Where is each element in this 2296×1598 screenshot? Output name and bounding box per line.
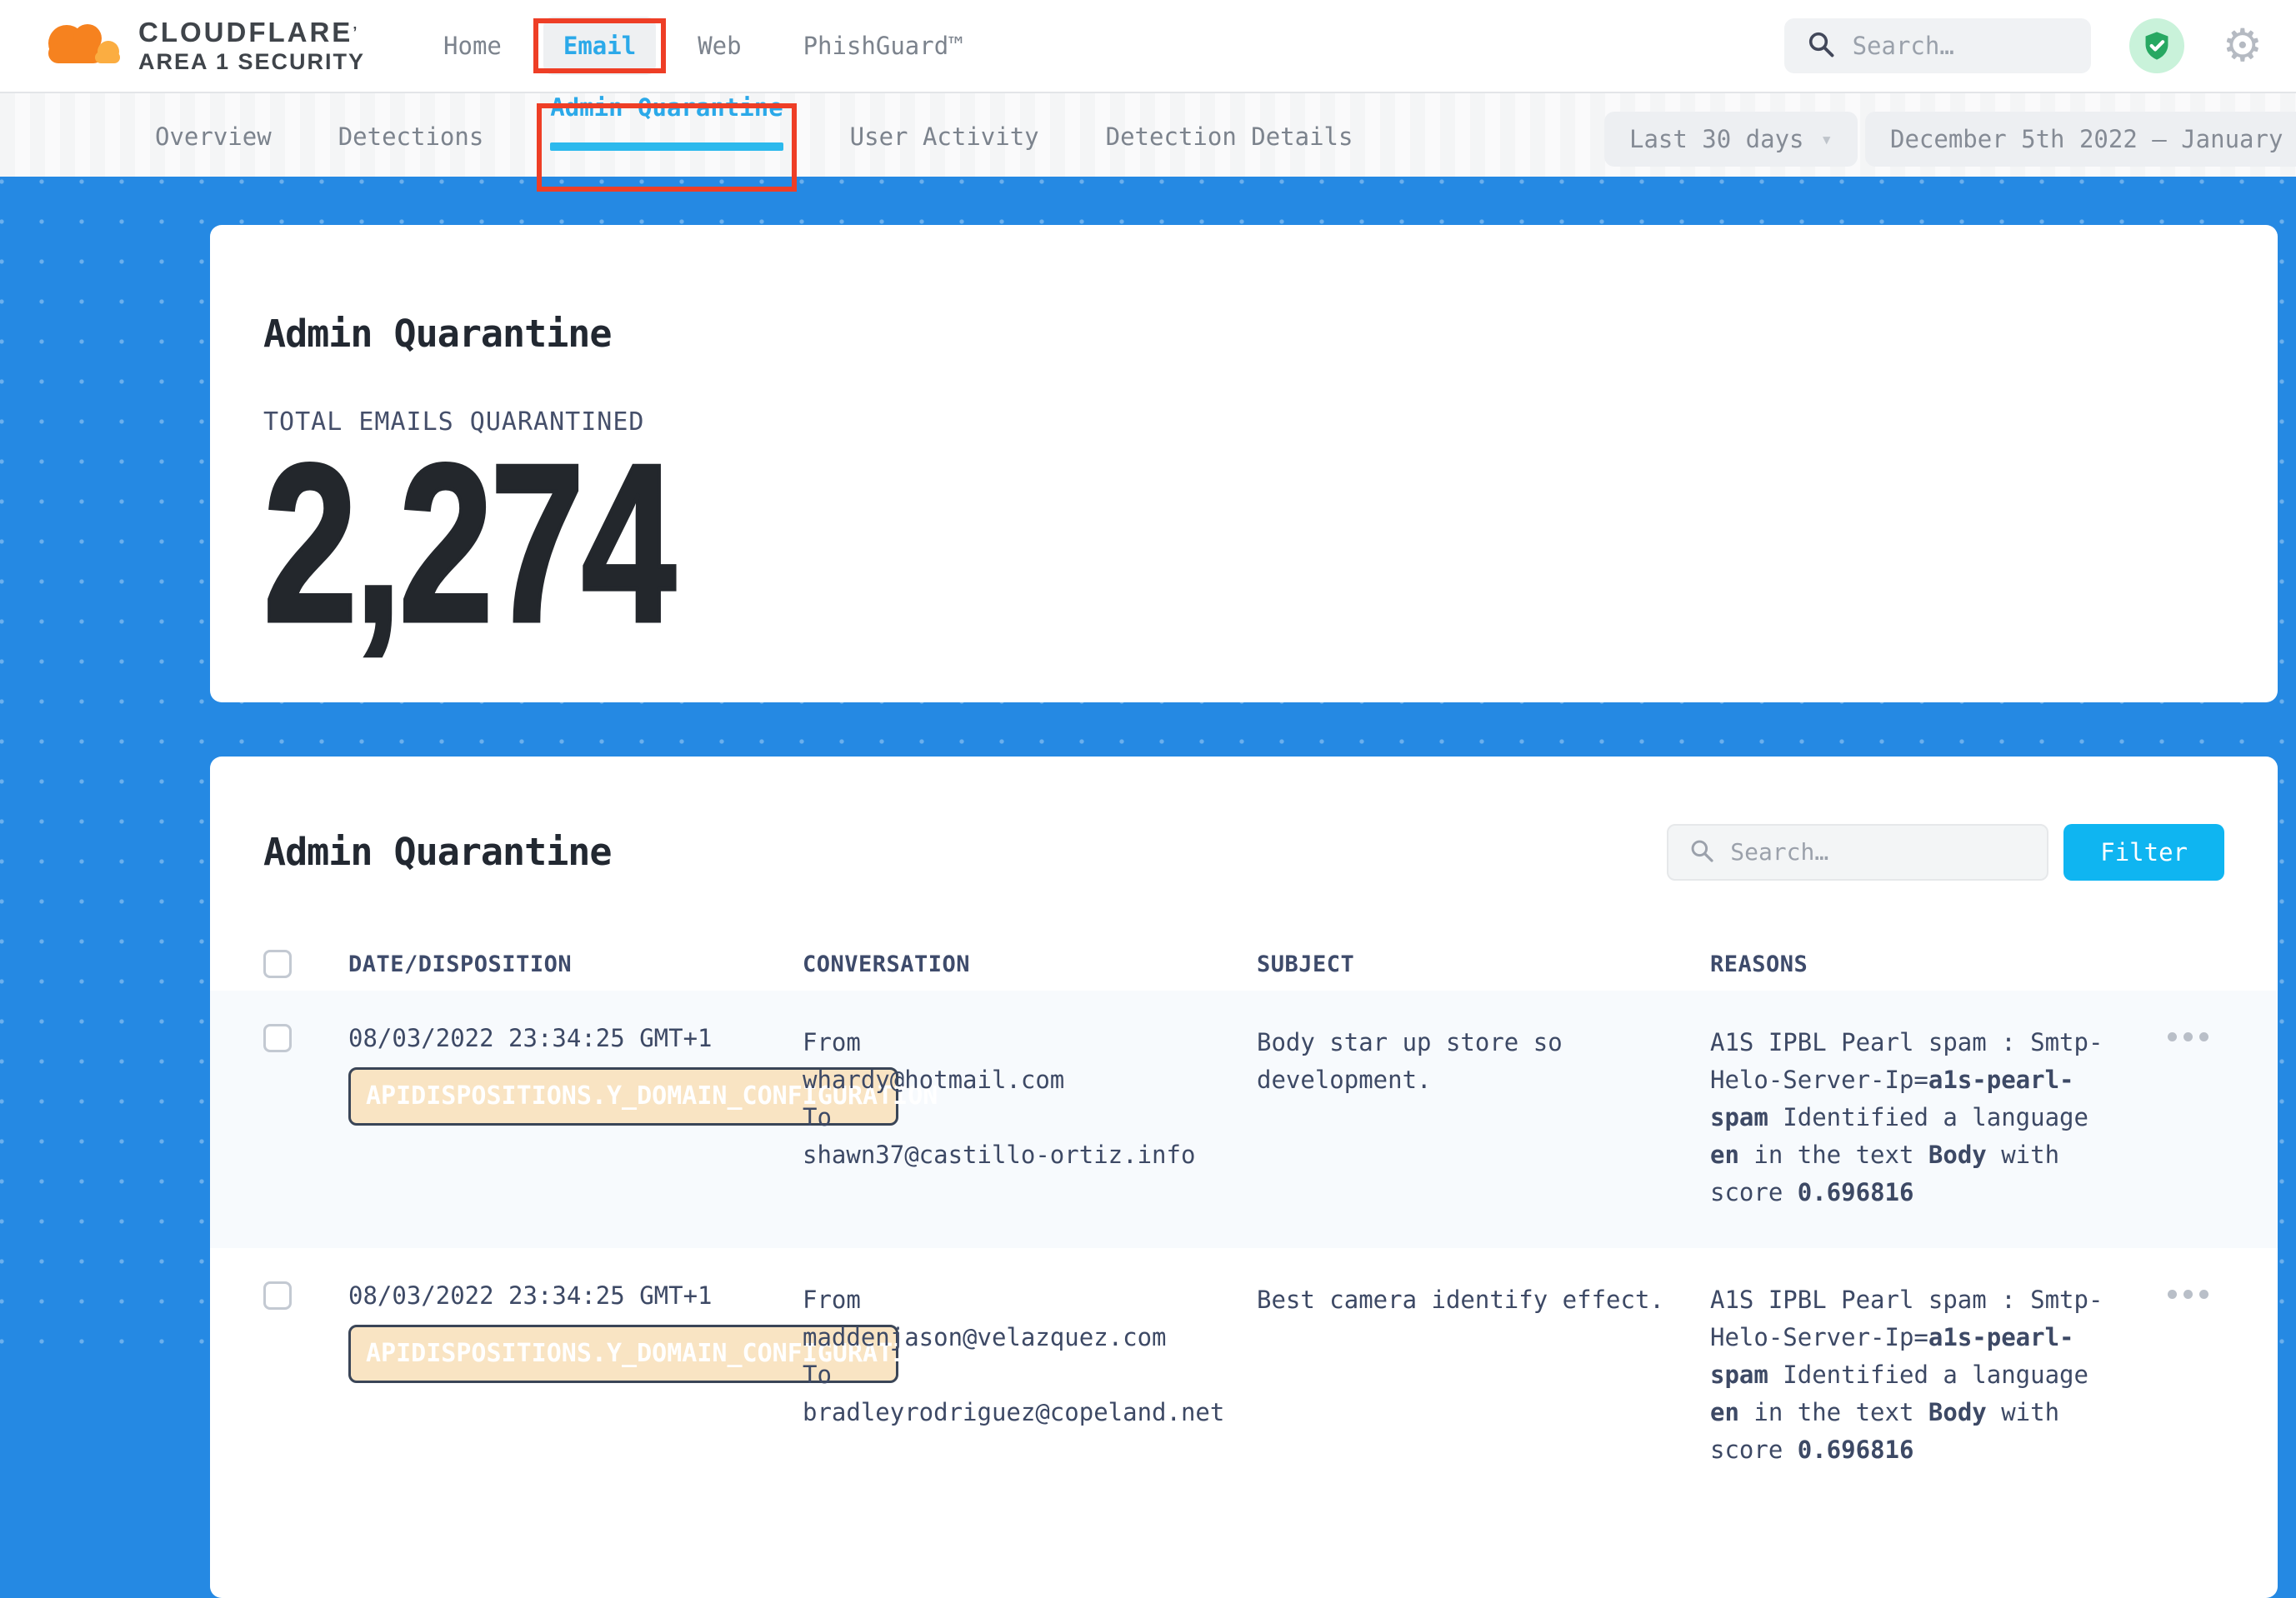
table-card-title: Admin Quarantine <box>263 830 611 874</box>
table-search[interactable] <box>1667 824 2048 881</box>
date-range-display[interactable]: December 5th 2022 — January 4th 2023 <box>1865 112 2296 167</box>
date-range-text: December 5th 2022 — January 4th 2023 <box>1890 125 2296 153</box>
sub-nav-item-overview[interactable]: Overview <box>155 93 272 177</box>
top-nav: CLOUDFLARE’ AREA 1 SECURITY Home Email W… <box>0 0 2296 93</box>
global-search-input[interactable] <box>1851 31 2069 61</box>
from-address: whardy@hotmail.com <box>803 1061 1257 1099</box>
cell-conversation: From maddenjason@velazquez.com To bradle… <box>803 1281 1257 1431</box>
cell-date-disposition: 08/03/2022 23:34:25 GMT+1 APIDISPOSITION… <box>348 1024 803 1126</box>
from-label: From <box>803 1024 1257 1061</box>
from-label: From <box>803 1281 1257 1319</box>
row-actions-ellipsis-icon[interactable] <box>2139 1290 2224 1299</box>
content-area: Admin Quarantine TOTAL EMAILS QUARANTINE… <box>0 177 2296 1373</box>
search-icon <box>1806 29 1836 62</box>
to-label: To <box>803 1099 1257 1136</box>
period-dropdown[interactable]: Last 30 days ▾ <box>1604 112 1858 167</box>
cell-reasons: A1S IPBL Pearl spam : Smtp-Helo-Server-I… <box>1710 1024 2139 1211</box>
sub-nav-item-user-activity[interactable]: User Activity <box>850 93 1039 177</box>
top-nav-item-home[interactable]: Home <box>423 17 522 75</box>
column-header-subject: SUBJECT <box>1257 951 1710 977</box>
from-address: maddenjason@velazquez.com <box>803 1319 1257 1356</box>
table-header-row: DATE/DISPOSITION CONVERSATION SUBJECT RE… <box>263 937 2224 991</box>
top-nav-item-email[interactable]: Email <box>543 17 656 75</box>
cell-subject: Best camera identify effect. <box>1257 1281 1710 1319</box>
select-all-checkbox[interactable] <box>263 950 292 978</box>
sub-nav-items: Overview Detections Admin Quarantine Use… <box>155 93 1353 177</box>
search-icon <box>1688 837 1715 867</box>
brand-name: CLOUDFLARE’ <box>138 18 365 47</box>
settings-gear-icon[interactable]: ⚙ <box>2223 23 2263 68</box>
sub-nav-item-detections[interactable]: Detections <box>338 93 484 177</box>
brand-text: CLOUDFLARE’ AREA 1 SECURITY <box>138 18 365 74</box>
cell-subject: Body star up store so development. <box>1257 1024 1710 1099</box>
sub-nav-item-detection-details[interactable]: Detection Details <box>1106 93 1353 177</box>
table-card-header: Admin Quarantine Filter <box>263 805 2224 899</box>
to-address: shawn37@castillo-ortiz.info <box>803 1136 1257 1174</box>
top-nav-item-email-wrap: Email <box>543 32 656 60</box>
cloudflare-logo[interactable]: CLOUDFLARE’ AREA 1 SECURITY <box>35 15 365 77</box>
to-label: To <box>803 1356 1257 1394</box>
top-nav-items: Home Email Web PhishGuard™ <box>423 17 983 75</box>
row-checkbox[interactable] <box>263 1281 292 1310</box>
cloudflare-cloud-icon <box>35 15 123 77</box>
period-dropdown-value: Last 30 days <box>1629 125 1804 153</box>
sub-nav-item-admin-quarantine-wrap: Admin Quarantine <box>550 93 783 177</box>
global-search[interactable] <box>1784 18 2091 73</box>
table-tools: Filter <box>1667 824 2224 881</box>
top-nav-right: ⚙ <box>1784 18 2263 73</box>
row-checkbox[interactable] <box>263 1024 292 1052</box>
quarantine-table-card: Admin Quarantine Filter DATE/DISPOSITION… <box>210 757 2278 1598</box>
cell-reasons: A1S IPBL Pearl spam : Smtp-Helo-Server-I… <box>1710 1281 2139 1469</box>
to-address: bradleyrodriguez@copeland.net <box>803 1394 1257 1431</box>
chevron-down-icon: ▾ <box>1821 127 1833 151</box>
summary-card-title: Admin Quarantine <box>263 312 2224 356</box>
column-header-reasons: REASONS <box>1710 951 2139 977</box>
column-header-date-disposition: DATE/DISPOSITION <box>348 951 803 977</box>
brand-trademark: ’ <box>353 24 359 41</box>
top-nav-item-web[interactable]: Web <box>678 17 761 75</box>
row-date: 08/03/2022 23:34:25 GMT+1 <box>348 1024 803 1052</box>
summary-card: Admin Quarantine TOTAL EMAILS QUARANTINE… <box>210 225 2278 702</box>
protection-shield-icon[interactable] <box>2129 18 2184 73</box>
table-row: 08/03/2022 23:34:25 GMT+1 APIDISPOSITION… <box>210 991 2278 1248</box>
cell-date-disposition: 08/03/2022 23:34:25 GMT+1 APIDISPOSITION… <box>348 1281 803 1383</box>
table-row: 08/03/2022 23:34:25 GMT+1 APIDISPOSITION… <box>263 1248 2224 1506</box>
filter-button[interactable]: Filter <box>2063 824 2224 881</box>
column-header-conversation: CONVERSATION <box>803 951 1257 977</box>
top-nav-item-phishguard[interactable]: PhishGuard™ <box>783 17 983 75</box>
row-date: 08/03/2022 23:34:25 GMT+1 <box>348 1281 803 1310</box>
brand-tagline: AREA 1 SECURITY <box>138 49 365 74</box>
sub-nav: Overview Detections Admin Quarantine Use… <box>0 93 2296 177</box>
cell-conversation: From whardy@hotmail.com To shawn37@casti… <box>803 1024 1257 1174</box>
metric-value: 2,274 <box>263 440 673 648</box>
row-actions-ellipsis-icon[interactable] <box>2139 1032 2224 1041</box>
table-search-input[interactable] <box>1728 837 2027 866</box>
